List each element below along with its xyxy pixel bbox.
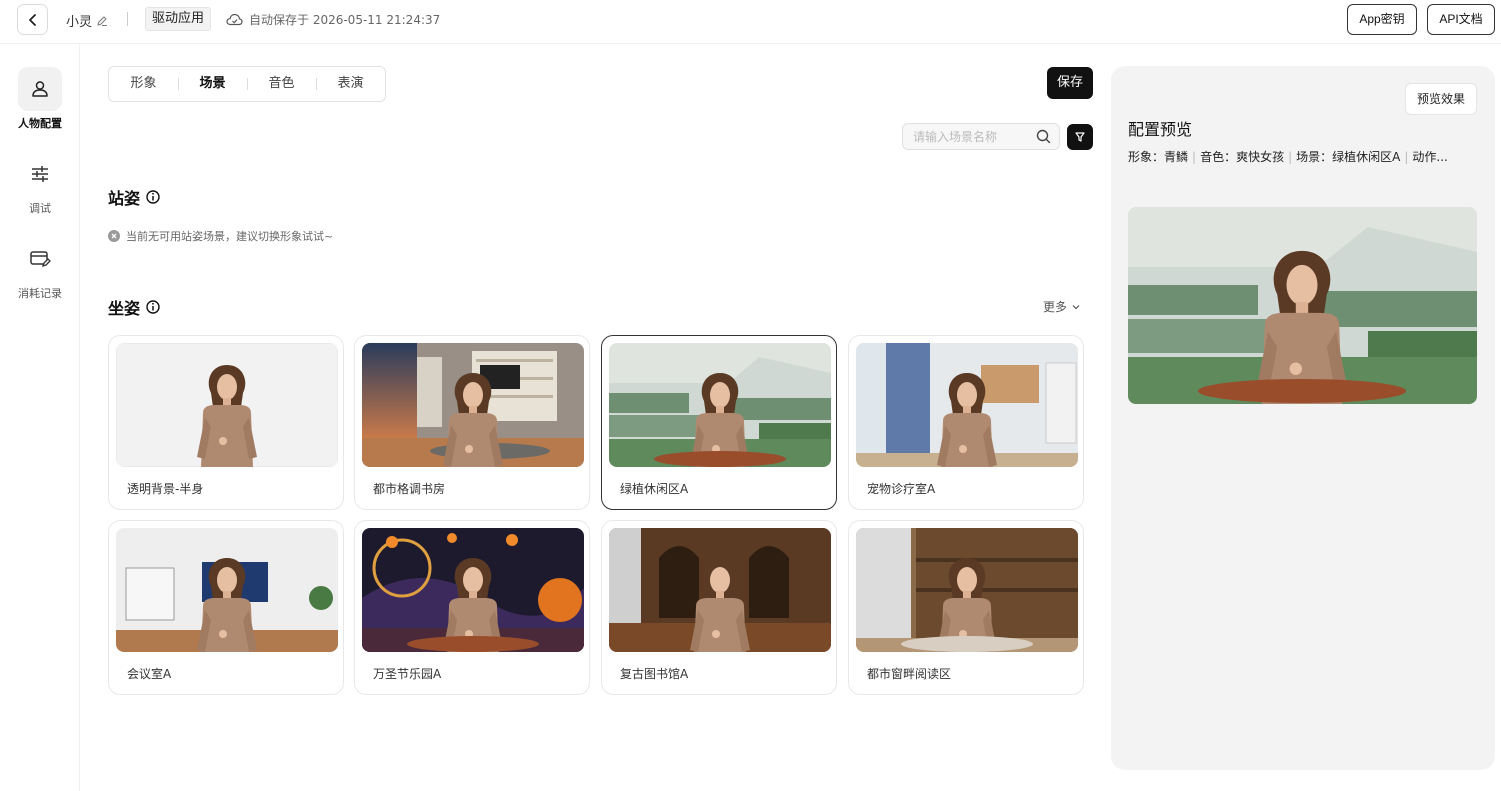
scene-card-label: 宠物诊疗室A — [867, 482, 936, 496]
scene-card-pet-clinic[interactable]: 宠物诊疗室A — [848, 335, 1084, 510]
empty-note-text: 当前无可用站姿场景，建议切换形象试试~ — [126, 230, 334, 243]
left-sidebar: 人物配置 调试 消耗记录 — [0, 44, 80, 791]
scene-thumbnail — [856, 343, 1078, 467]
scene-thumbnail — [362, 528, 584, 652]
app-name-label: 小灵 — [66, 15, 93, 30]
sidebar-item-usage-records[interactable]: 消耗记录 — [0, 237, 80, 301]
sidebar-item-label: 人物配置 — [18, 117, 62, 130]
preview-panel: 预览效果 配置预览 形象：青鳞 | 音色：爽快女孩 | 场景：绿植休闲区A | 动作... — [1111, 66, 1495, 770]
person-icon — [32, 81, 48, 97]
save-button[interactable]: 保存 — [1047, 67, 1093, 99]
tab-scene[interactable]: 场景 — [178, 67, 247, 101]
scene-thumbnail — [609, 528, 831, 652]
scene-card-label: 会议室A — [127, 667, 172, 681]
more-link[interactable]: 更多 — [1043, 298, 1081, 315]
standing-section-title: 站姿 — [108, 185, 160, 209]
more-label: 更多 — [1043, 300, 1068, 314]
info-icon[interactable] — [146, 190, 160, 204]
config-tabs: 形象 场景 音色 表演 — [108, 66, 386, 102]
meta-scene: 场景：绿植休闲区A — [1296, 150, 1401, 164]
scene-card-label: 复古图书馆A — [620, 667, 689, 681]
preview-image — [1128, 207, 1477, 404]
filter-button[interactable] — [1067, 124, 1093, 150]
filter-icon — [1075, 132, 1085, 142]
scene-card-window-reading[interactable]: 都市窗畔阅读区 — [848, 520, 1084, 695]
sidebar-item-label: 消耗记录 — [18, 287, 62, 300]
scene-card-vintage-library[interactable]: 复古图书馆A — [601, 520, 837, 695]
scene-card-label: 透明背景-半身 — [127, 482, 204, 496]
sidebar-item-debug[interactable]: 调试 — [0, 152, 80, 216]
scene-thumbnail — [609, 343, 831, 467]
search-input[interactable] — [903, 124, 1033, 149]
sidebar-item-character-config[interactable]: 人物配置 — [0, 67, 80, 131]
close-circle-icon — [108, 230, 120, 242]
tab-image[interactable]: 形象 — [109, 67, 178, 101]
preview-title: 配置预览 — [1128, 120, 1193, 139]
sitting-section-title: 坐姿 — [108, 295, 160, 319]
scene-card-transparent[interactable]: 透明背景-半身 — [108, 335, 344, 510]
scene-card-meeting-room[interactable]: 会议室A — [108, 520, 344, 695]
divider — [127, 12, 128, 26]
top-bar: 小灵 驱动应用 自动保存于 2026-05-11 21:24:37 App密钥 … — [0, 0, 1501, 44]
edit-icon[interactable] — [96, 15, 108, 27]
scene-card-label: 绿植休闲区A — [620, 482, 689, 496]
scene-card-urban-study[interactable]: 都市格调书房 — [354, 335, 590, 510]
app-name[interactable]: 小灵 — [66, 11, 108, 30]
card-edit-icon — [30, 251, 51, 268]
scene-card-halloween[interactable]: 万圣节乐园A — [354, 520, 590, 695]
scene-thumbnail — [116, 528, 338, 652]
autosave-text: 自动保存于 2026-05-11 21:24:37 — [249, 13, 441, 27]
back-button[interactable] — [17, 4, 48, 35]
scene-card-green-lounge[interactable]: 绿植休闲区A — [601, 335, 837, 510]
cloud-icon — [226, 13, 243, 26]
tab-performance[interactable]: 表演 — [316, 67, 385, 101]
scene-thumbnail — [856, 528, 1078, 652]
scene-search — [902, 123, 1060, 150]
meta-voice: 音色：爽快女孩 — [1200, 150, 1285, 164]
scene-card-label: 万圣节乐园A — [373, 667, 442, 681]
meta-action: 动作... — [1412, 150, 1448, 164]
search-icon[interactable] — [1036, 129, 1051, 144]
meta-image: 形象：青鳞 — [1128, 150, 1189, 164]
info-icon[interactable] — [146, 300, 160, 314]
scene-card-label: 都市格调书房 — [373, 482, 446, 496]
scene-thumbnail — [362, 343, 584, 467]
chevron-down-icon — [1072, 304, 1080, 309]
tab-voice[interactable]: 音色 — [247, 67, 316, 101]
standing-empty-note: 当前无可用站姿场景，建议切换形象试试~ — [108, 228, 333, 244]
scene-thumbnail — [116, 343, 338, 467]
mode-tag: 驱动应用 — [145, 7, 212, 31]
autosave-status: 自动保存于 2026-05-11 21:24:37 — [226, 11, 440, 28]
app-key-button[interactable]: App密钥 — [1347, 4, 1417, 35]
preview-effect-button[interactable]: 预览效果 — [1405, 83, 1477, 115]
api-doc-button[interactable]: API文档 — [1427, 4, 1495, 35]
chevron-left-icon — [28, 13, 36, 26]
standing-title: 站姿 — [108, 189, 141, 208]
sidebar-item-label: 调试 — [29, 202, 51, 215]
scene-card-label: 都市窗畔阅读区 — [867, 667, 952, 681]
sitting-title: 坐姿 — [108, 299, 141, 318]
sliders-icon — [32, 166, 48, 182]
preview-meta: 形象：青鳞 | 音色：爽快女孩 | 场景：绿植休闲区A | 动作... — [1128, 150, 1448, 164]
